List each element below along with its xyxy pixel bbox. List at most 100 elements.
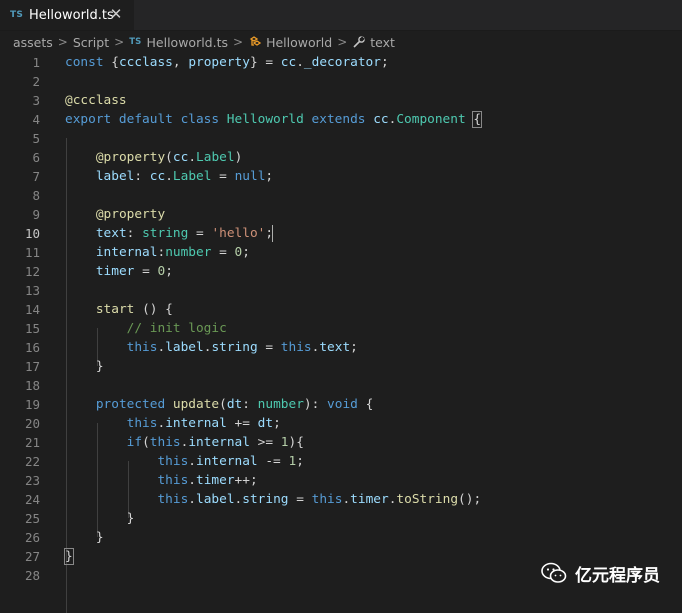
- code-token: number: [165, 245, 212, 260]
- chevron-right-icon: >: [233, 35, 244, 49]
- chevron-right-icon: >: [57, 35, 68, 49]
- code-line[interactable]: 23 this.timer++;: [0, 471, 682, 490]
- code-token: Component: [396, 112, 474, 127]
- chevron-right-icon: >: [114, 35, 125, 49]
- code-token: {: [357, 397, 374, 412]
- code-token: cc: [149, 169, 166, 184]
- code-line[interactable]: 7 label: cc.Label = null;: [0, 167, 682, 186]
- code-token: string: [242, 492, 289, 507]
- code-token: ccclass: [118, 55, 173, 70]
- close-icon[interactable]: ✕: [108, 5, 124, 23]
- code-token: this: [126, 340, 158, 355]
- code-token: ;: [350, 340, 358, 355]
- code-token: // init logic: [126, 321, 227, 336]
- code-line[interactable]: 5: [0, 129, 682, 148]
- code-text: }: [65, 528, 104, 547]
- code-line[interactable]: 16 this.label.string = this.text;: [0, 338, 682, 357]
- code-token: :: [126, 226, 143, 241]
- code-line[interactable]: 17 }: [0, 357, 682, 376]
- code-token: }: [65, 511, 135, 526]
- line-number: 5: [32, 131, 40, 146]
- line-number: 1: [32, 55, 40, 70]
- code-line[interactable]: 25 }: [0, 509, 682, 528]
- code-token: string: [211, 340, 258, 355]
- class-icon: [248, 35, 262, 49]
- matching-bracket: }: [64, 548, 74, 565]
- code-line[interactable]: 1 const {ccclass, property} = cc._decorat…: [0, 53, 682, 72]
- code-token: ): [234, 150, 243, 165]
- code-token: =: [134, 264, 158, 279]
- breadcrumb-item-file[interactable]: TS Helloworld.ts: [129, 35, 228, 50]
- code-line[interactable]: 8: [0, 186, 682, 205]
- code-text: this.internal += dt;: [65, 414, 281, 433]
- code-text: this.timer++;: [65, 471, 257, 490]
- code-token: (: [142, 435, 150, 450]
- code-line[interactable]: 2: [0, 72, 682, 91]
- code-line[interactable]: 3 @ccclass: [0, 91, 682, 110]
- code-line[interactable]: 20 this.internal += dt;: [0, 414, 682, 433]
- line-number: 21: [24, 435, 40, 450]
- breadcrumb-item-property[interactable]: text: [352, 35, 395, 50]
- code-editor[interactable]: 1 const {ccclass, property} = cc._decorat…: [0, 53, 682, 613]
- code-token: ;: [265, 169, 274, 184]
- code-token: label: [95, 169, 135, 184]
- code-line[interactable]: 22 this.internal -= 1;: [0, 452, 682, 471]
- watermark: 亿元程序员: [541, 558, 660, 588]
- code-token: @property: [95, 150, 166, 165]
- code-line[interactable]: 21 if(this.internal >= 1){: [0, 433, 682, 452]
- code-line[interactable]: 9 @property: [0, 205, 682, 224]
- code-token: cc: [373, 112, 389, 127]
- code-line[interactable]: 4 export default class Helloworld extends…: [0, 110, 682, 129]
- code-token: this: [149, 435, 181, 450]
- code-line[interactable]: 26 }: [0, 528, 682, 547]
- code-token: .: [188, 454, 196, 469]
- code-line[interactable]: 19 protected update(dt: number): void {: [0, 395, 682, 414]
- code-text: export default class Helloworld extends …: [65, 110, 483, 129]
- code-token: this: [280, 340, 312, 355]
- code-token: this: [126, 416, 158, 431]
- code-line[interactable]: 13: [0, 281, 682, 300]
- line-number: 14: [24, 302, 40, 317]
- code-token: >=: [249, 435, 281, 450]
- code-token: internal: [196, 454, 258, 469]
- tab-helloworld-ts[interactable]: TS Helloworld.ts ✕: [0, 0, 134, 30]
- code-token: const: [65, 55, 112, 70]
- line-number: 26: [24, 530, 40, 545]
- code-token: .: [188, 492, 196, 507]
- code-line[interactable]: 11 internal:number = 0;: [0, 243, 682, 262]
- code-line[interactable]: 6 @property(cc.Label): [0, 148, 682, 167]
- code-line[interactable]: 15 // init logic: [0, 319, 682, 338]
- code-line[interactable]: 24 this.label.string = this.timer.toStri…: [0, 490, 682, 509]
- code-token: this: [157, 492, 189, 507]
- code-line[interactable]: 18: [0, 376, 682, 395]
- breadcrumb-item-assets[interactable]: assets: [13, 35, 53, 50]
- code-line[interactable]: 12 timer = 0;: [0, 262, 682, 281]
- code-line[interactable]: 14 start () {: [0, 300, 682, 319]
- line-number: 20: [24, 416, 40, 431]
- code-line[interactable]: 10 text: string = 'hello';: [0, 224, 682, 243]
- code-token: toString: [396, 492, 459, 507]
- code-token: ;: [273, 416, 281, 431]
- line-number: 23: [24, 473, 40, 488]
- code-token: cc: [280, 55, 297, 70]
- code-token: timer: [196, 473, 235, 488]
- line-number: 8: [32, 188, 40, 203]
- line-number: 13: [24, 283, 40, 298]
- tab-title: Helloworld.ts: [29, 7, 114, 23]
- code-token: (: [165, 150, 173, 165]
- code-token: this: [311, 492, 343, 507]
- chevron-right-icon: >: [337, 35, 348, 49]
- line-number: 15: [24, 321, 40, 336]
- line-number: 24: [24, 492, 40, 507]
- code-token: extends: [311, 112, 374, 127]
- code-token: (: [219, 397, 227, 412]
- breadcrumb-item-class[interactable]: Helloworld: [248, 35, 332, 50]
- breadcrumb-item-script[interactable]: Script: [73, 35, 109, 50]
- matching-bracket: {: [472, 111, 483, 128]
- code-token: cc: [172, 150, 189, 165]
